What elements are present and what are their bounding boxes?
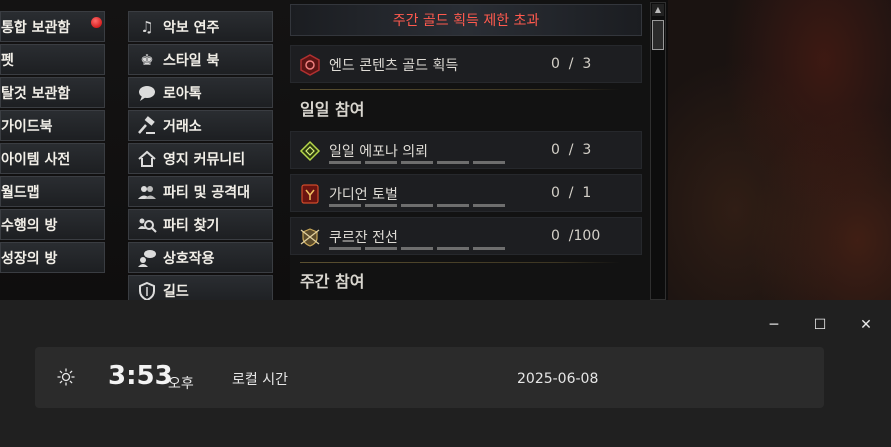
- chat-icon: [137, 83, 157, 103]
- daily-count: 0 / 1: [551, 185, 592, 201]
- menu-item-label: 영지 커뮤니티: [163, 151, 246, 168]
- menu-item-label: 성장의 방: [1, 250, 58, 267]
- daily-row-epona[interactable]: 일일 에포나 의뢰 0 / 3: [290, 131, 642, 169]
- menu-item-mount-storage[interactable]: 탈것 보관함: [0, 77, 105, 108]
- menu-item-label: 악보 연주: [163, 19, 220, 36]
- daily-label: 쿠르잔 전선: [329, 230, 398, 246]
- end-content-icon: [300, 54, 320, 76]
- game-scene-background: [668, 0, 891, 300]
- clock-window: ─ ☐ ✕ 3:53 오후 로컬 시간 2025-06-08: [0, 300, 891, 447]
- sun-icon: [57, 368, 75, 386]
- daily-count: 0 /100: [551, 228, 601, 244]
- menu-item-growth-room[interactable]: 성장의 방: [0, 242, 105, 273]
- game-window: 통합 보관함 펫 탈것 보관함 가이드북 아이템 사전 월드맵 수행의 방 성장…: [0, 0, 891, 300]
- scrollbar-thumb[interactable]: [652, 20, 664, 50]
- menu-item-label: 상호작용: [163, 250, 215, 267]
- end-content-count: 0 / 3: [551, 56, 592, 72]
- end-content-row[interactable]: 엔드 콘텐츠 골드 획득 0 / 3: [290, 45, 642, 83]
- clock-date: 2025-06-08: [517, 371, 599, 387]
- menu-item-guidebook[interactable]: 가이드북: [0, 110, 105, 141]
- end-content-label: 엔드 콘텐츠 골드 획득: [329, 58, 459, 74]
- menu-item-label: 가이드북: [1, 118, 53, 135]
- party-search-icon: [137, 215, 157, 235]
- menu-item-world-map[interactable]: 월드맵: [0, 176, 105, 207]
- clock-ampm: 오후: [168, 376, 194, 392]
- menu-item-music-score[interactable]: ♫ 악보 연주: [128, 11, 273, 42]
- daily-count: 0 / 3: [551, 142, 592, 158]
- close-button[interactable]: ✕: [851, 310, 881, 340]
- guardian-icon: [301, 184, 319, 204]
- menu-item-label: 아이템 사전: [1, 151, 71, 168]
- minimize-button[interactable]: ─: [759, 310, 789, 340]
- menu-item-style-book[interactable]: ♚ 스타일 북: [128, 44, 273, 75]
- weekly-section-title: 주간 참여: [300, 272, 365, 291]
- menu-item-label: 통합 보관함: [1, 19, 71, 36]
- menu-item-party-raid[interactable]: 파티 및 공격대: [128, 176, 273, 207]
- menu-item-label: 월드맵: [1, 184, 40, 201]
- menu-item-training-room[interactable]: 수행의 방: [0, 209, 105, 240]
- menu-item-label: 로아톡: [163, 85, 202, 102]
- gold-limit-banner: 주간 골드 획득 제한 초과: [290, 4, 642, 36]
- daily-row-guardian[interactable]: 가디언 토벌 0 / 1: [290, 174, 642, 212]
- notification-dot: [91, 17, 102, 28]
- menu-item-label: 파티 및 공격대: [163, 184, 251, 201]
- daily-label: 가디언 토벌: [329, 187, 398, 203]
- panel-scrollbar[interactable]: ▲: [650, 2, 666, 300]
- progress-segments: [329, 204, 505, 207]
- section-divider: [300, 262, 620, 263]
- section-divider: [300, 89, 620, 90]
- menu-item-label: 거래소: [163, 118, 202, 135]
- gavel-icon: [137, 116, 157, 136]
- clock-time: 3:53: [108, 361, 173, 391]
- menu-item-integrated-storage[interactable]: 통합 보관함: [0, 11, 105, 42]
- menu-item-label: 길드: [163, 283, 189, 300]
- epona-icon: [299, 140, 321, 162]
- daily-row-kurzan[interactable]: 쿠르잔 전선 0 /100: [290, 217, 642, 255]
- weekly-gold-panel: 주간 골드 획득 제한 초과 엔드 콘텐츠 골드 획득 0 / 3 일일 참여 …: [290, 0, 650, 300]
- house-icon: [137, 149, 157, 169]
- menu-item-exchange[interactable]: 거래소: [128, 110, 273, 141]
- screen: 통합 보관함 펫 탈것 보관함 가이드북 아이템 사전 월드맵 수행의 방 성장…: [0, 0, 891, 447]
- guild-shield-icon: [137, 281, 157, 300]
- menu-item-label: 탈것 보관함: [1, 85, 71, 102]
- clock-card[interactable]: 3:53 오후 로컬 시간 2025-06-08: [35, 347, 824, 408]
- kurzan-icon: [300, 228, 320, 247]
- progress-segments: [329, 247, 505, 250]
- daily-label: 일일 에포나 의뢰: [329, 144, 429, 160]
- party-icon: [137, 182, 157, 202]
- menu-item-label: 수행의 방: [1, 217, 58, 234]
- clock-timezone-label: 로컬 시간: [232, 372, 288, 388]
- daily-section-title: 일일 참여: [300, 100, 365, 119]
- menu-item-label: 파티 찾기: [163, 217, 220, 234]
- music-icon: ♫: [140, 18, 154, 36]
- style-icon: ♚: [140, 51, 154, 69]
- interaction-icon: [137, 248, 157, 268]
- menu-item-pet[interactable]: 펫: [0, 44, 105, 75]
- menu-item-interaction[interactable]: 상호작용: [128, 242, 273, 273]
- progress-segments: [329, 161, 505, 164]
- menu-item-estate-community[interactable]: 영지 커뮤니티: [128, 143, 273, 174]
- maximize-button[interactable]: ☐: [805, 310, 835, 340]
- menu-item-guild[interactable]: 길드: [128, 275, 273, 300]
- menu-item-label: 스타일 북: [163, 52, 220, 69]
- menu-item-party-finder[interactable]: 파티 찾기: [128, 209, 273, 240]
- menu-item-loatalk[interactable]: 로아톡: [128, 77, 273, 108]
- menu-item-item-dictionary[interactable]: 아이템 사전: [0, 143, 105, 174]
- gold-limit-text: 주간 골드 획득 제한 초과: [392, 13, 540, 29]
- menu-item-label: 펫: [1, 52, 14, 69]
- scroll-up-arrow-icon[interactable]: ▲: [652, 4, 664, 16]
